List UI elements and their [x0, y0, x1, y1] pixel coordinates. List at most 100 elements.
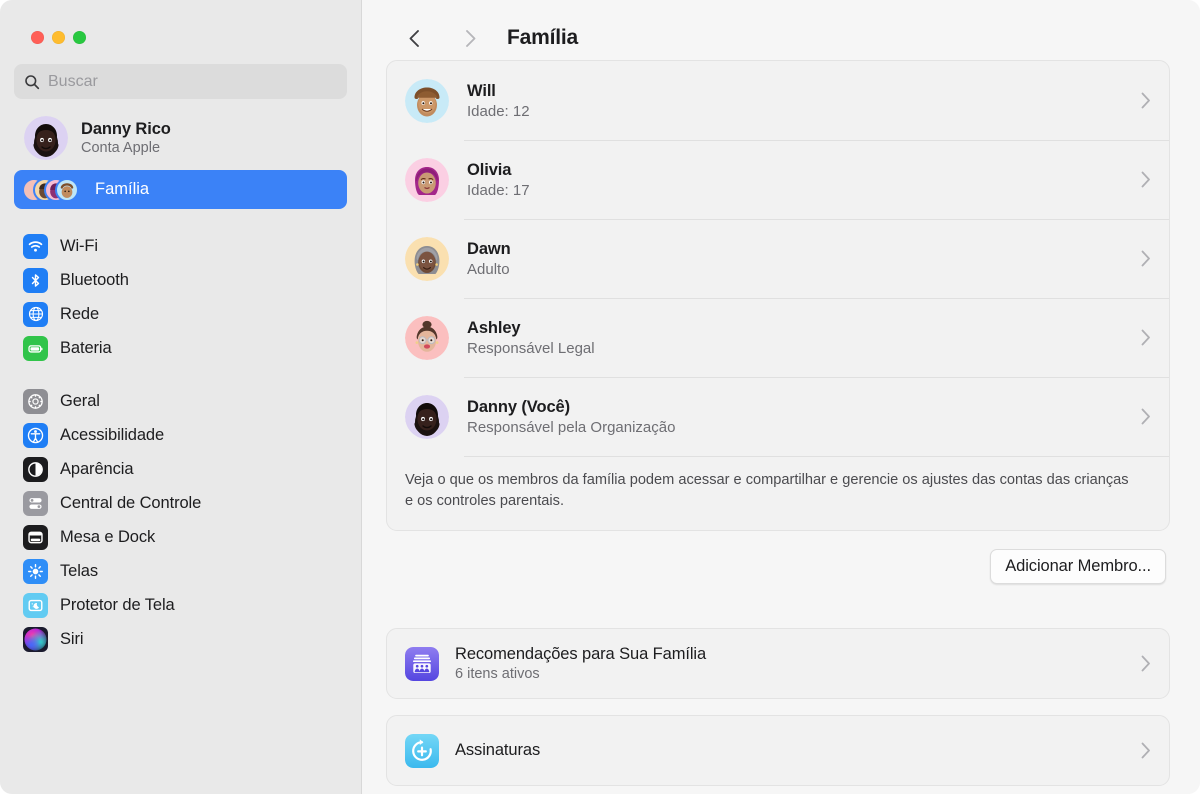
actions-row: Adicionar Membro...: [386, 549, 1170, 585]
avatar: [405, 157, 449, 202]
desktop-dock-icon: [23, 524, 48, 550]
sidebar-item-label: Aparência: [60, 459, 134, 478]
sidebar-item-label: Bateria: [60, 338, 112, 357]
sidebar-item-apple-account[interactable]: Danny Rico Conta Apple: [14, 112, 347, 164]
sidebar-item-telas[interactable]: Telas: [14, 554, 347, 588]
table-row[interactable]: Ashley Responsável Legal: [387, 298, 1169, 377]
sidebar-item-label: Geral: [60, 391, 100, 410]
member-name: Danny (Você): [467, 397, 571, 416]
sidebar-item-acessibilidade[interactable]: Acessibilidade: [14, 418, 347, 452]
member-name: Dawn: [467, 239, 511, 258]
search-input[interactable]: [48, 72, 337, 91]
member-role: Responsável Legal: [467, 339, 595, 357]
member-name: Ashley: [467, 318, 521, 337]
sidebar-item-bateria[interactable]: Bateria: [14, 331, 347, 365]
recommendations-icon: [405, 646, 439, 681]
sidebar-item-aparencia[interactable]: Aparência: [14, 452, 347, 486]
siri-icon: [23, 626, 48, 652]
account-name: Danny Rico: [81, 120, 171, 138]
sidebar-item-siri[interactable]: Siri: [14, 622, 347, 656]
appearance-icon: [23, 456, 48, 482]
member-role: Idade: 17: [467, 181, 530, 199]
chevron-right-icon: [1141, 92, 1150, 109]
chevron-right-icon: [1141, 329, 1150, 346]
scroll-area[interactable]: Will Idade: 12 Olivia Idade: 17 Dawn Adu…: [362, 60, 1200, 794]
chevron-right-icon: [1141, 742, 1150, 759]
avatar: [24, 116, 68, 160]
sidebar-item-label: Bluetooth: [60, 270, 129, 289]
sidebar-item-label: Siri: [60, 629, 84, 648]
description-text: Veja o que os membros da família podem a…: [405, 472, 1129, 510]
chevron-right-icon: [465, 29, 475, 47]
member-name: Olivia: [467, 160, 512, 179]
sidebar-item-central-de-controle[interactable]: Central de Controle: [14, 486, 347, 520]
list-item-title: Recomendações para Sua Família: [455, 645, 707, 664]
add-member-button[interactable]: Adicionar Membro...: [990, 549, 1166, 585]
sidebar-item-label: Wi-Fi: [60, 236, 98, 255]
chevron-right-icon: [1141, 171, 1150, 188]
sidebar-item-label: Acessibilidade: [60, 425, 165, 444]
sidebar-item-wifi[interactable]: Wi-Fi: [14, 229, 347, 263]
subscriptions-card[interactable]: Assinaturas: [386, 715, 1170, 787]
sidebar-item-geral[interactable]: Geral: [14, 384, 347, 418]
page-title: Família: [507, 26, 578, 49]
member-name: Will: [467, 81, 496, 100]
table-row[interactable]: Dawn Adulto: [387, 219, 1169, 298]
accessibility-icon: [23, 422, 48, 448]
member-role: Idade: 12: [467, 102, 530, 120]
sidebar-group-network: Wi-Fi Bluetooth Rede Bateria: [0, 229, 361, 365]
subscriptions-icon: [405, 733, 439, 768]
gear-icon: [23, 388, 48, 414]
sidebar-item-label: Família: [95, 180, 150, 198]
minimize-button[interactable]: [52, 31, 65, 44]
family-members-card: Will Idade: 12 Olivia Idade: 17 Dawn Adu…: [386, 60, 1170, 532]
list-item[interactable]: Recomendações para Sua Família 6 itens a…: [387, 629, 1169, 698]
sidebar-item-label: Central de Controle: [60, 493, 202, 512]
control-center-icon: [23, 490, 48, 516]
close-button[interactable]: [31, 31, 44, 44]
sidebar: Danny Rico Conta Apple: [0, 0, 362, 794]
table-row[interactable]: Will Idade: 12: [387, 61, 1169, 140]
sidebar-item-label: Mesa e Dock: [60, 527, 156, 546]
sidebar-item-bluetooth[interactable]: Bluetooth: [14, 263, 347, 297]
avatar: [405, 315, 449, 360]
list-item-title: Assinaturas: [455, 741, 541, 760]
avatar: [405, 236, 449, 281]
back-button[interactable]: [394, 18, 434, 58]
bluetooth-icon: [23, 267, 48, 293]
table-row[interactable]: Olivia Idade: 17: [387, 140, 1169, 219]
maximize-button[interactable]: [73, 31, 86, 44]
member-role: Responsável pela Organização: [467, 418, 676, 436]
recommendations-card[interactable]: Recomendações para Sua Família 6 itens a…: [386, 628, 1170, 700]
family-description: Veja o que os membros da família podem a…: [387, 456, 1169, 530]
chevron-left-icon: [409, 29, 419, 47]
forward-button[interactable]: [450, 18, 490, 58]
window-controls: [0, 0, 361, 44]
wifi-icon: [23, 233, 48, 259]
list-item[interactable]: Assinaturas: [387, 716, 1169, 785]
sidebar-item-protetor-de-tela[interactable]: Protetor de Tela: [14, 588, 347, 622]
content-pane: Família Will Idade: 12 Olivia Idade: 17 …: [362, 0, 1200, 794]
avatar: [405, 78, 449, 123]
sidebar-item-familia[interactable]: Família: [14, 170, 347, 209]
search-field[interactable]: [14, 64, 347, 99]
sidebar-divider: [0, 365, 361, 384]
table-row[interactable]: Danny (Você) Responsável pela Organizaçã…: [387, 377, 1169, 456]
sidebar-item-label: Rede: [60, 304, 100, 323]
screensaver-icon: [23, 592, 48, 618]
account-subtitle: Conta Apple: [81, 140, 161, 156]
sidebar-group-system: Geral Acessibilidade Aparência Central d…: [0, 384, 361, 656]
chevron-right-icon: [1141, 408, 1150, 425]
sidebar-item-rede[interactable]: Rede: [14, 297, 347, 331]
list-item-subtitle: 6 itens ativos: [455, 666, 540, 683]
avatar: [405, 394, 449, 439]
sidebar-item-label: Protetor de Tela: [60, 595, 175, 614]
family-avatars-icon: [22, 176, 84, 204]
sidebar-item-label: Telas: [60, 561, 99, 580]
chevron-right-icon: [1141, 250, 1150, 267]
sidebar-item-mesa-e-dock[interactable]: Mesa e Dock: [14, 520, 347, 554]
chevron-right-icon: [1141, 655, 1150, 672]
globe-icon: [23, 301, 48, 327]
search-icon: [25, 74, 40, 89]
battery-icon: [23, 335, 48, 361]
